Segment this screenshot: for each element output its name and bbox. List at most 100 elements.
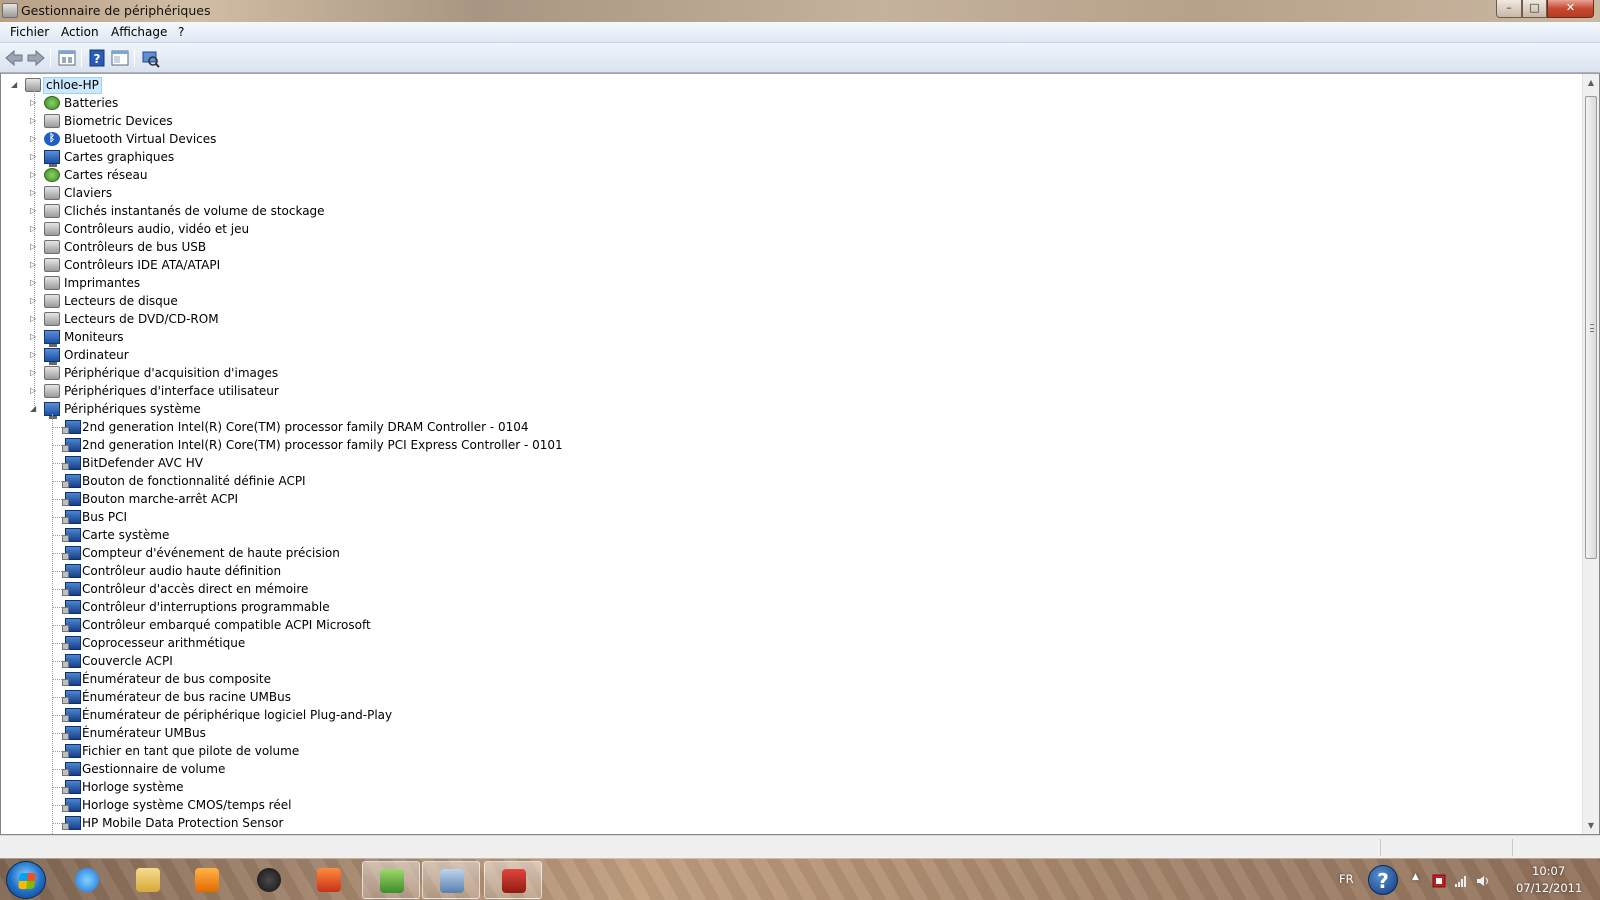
tree-device[interactable]: Gestionnaire de volume [1, 760, 901, 778]
tree-device[interactable]: Énumérateur de bus composite [1, 670, 901, 688]
taskbar-app-button[interactable] [362, 861, 420, 899]
expand-arrow-icon[interactable]: ▷ [30, 184, 40, 202]
expand-arrow-icon[interactable]: ▷ [30, 202, 40, 220]
tree-device[interactable]: Énumérateur UMBus [1, 724, 901, 742]
expand-arrow-icon[interactable]: ▷ [30, 346, 40, 364]
scan-hardware-icon[interactable] [140, 48, 160, 68]
tree-device[interactable]: 2nd generation Intel(R) Core(TM) process… [1, 436, 901, 454]
expand-arrow-icon[interactable]: ▷ [30, 130, 40, 148]
tree-device[interactable]: Bouton de fonctionnalité définie ACPI [1, 472, 901, 490]
system-device-icon [62, 744, 81, 758]
help-tray-icon[interactable]: ? [1368, 865, 1398, 895]
tree-category[interactable]: ▷ Périphérique d'acquisition d'images [1, 364, 901, 382]
menu-action[interactable]: Action [61, 25, 99, 39]
menu-fichier[interactable]: Fichier [10, 25, 49, 39]
tree-category[interactable]: ◢ Périphériques système [1, 400, 901, 419]
expand-arrow-icon[interactable]: ▷ [30, 328, 40, 346]
network-tray-icon[interactable] [1454, 874, 1468, 888]
volume-tray-icon[interactable] [1476, 874, 1490, 888]
tree-device[interactable]: 2nd generation Intel(R) Core(TM) process… [1, 418, 901, 436]
vertical-scrollbar[interactable]: ▲ ▼ [1582, 74, 1599, 834]
taskbar-app-button[interactable] [422, 861, 480, 899]
maximize-button[interactable]: □ [1522, 0, 1547, 18]
tree-device[interactable]: Contrôleur audio haute définition [1, 562, 901, 580]
tree-category[interactable]: ▷ Contrôleurs de bus USB [1, 238, 901, 256]
language-indicator[interactable]: FR [1339, 872, 1354, 886]
tree-device[interactable]: Contrôleur d'accès direct en mémoire [1, 580, 901, 598]
tree-category[interactable]: ▷ Cartes réseau [1, 166, 901, 184]
tree-category[interactable]: ▷ Lecteurs de disque [1, 292, 901, 310]
storage-icon [44, 204, 60, 218]
tree-device[interactable]: Bouton marche-arrêt ACPI [1, 490, 901, 508]
taskbar-app-button[interactable] [119, 861, 177, 899]
tree-device[interactable]: Énumérateur de bus racine UMBus [1, 688, 901, 706]
tree-device[interactable]: Contrôleur embarqué compatible ACPI Micr… [1, 616, 901, 634]
status-bar [0, 835, 1600, 858]
tree-device[interactable]: Couvercle ACPI [1, 652, 901, 670]
expand-arrow-icon[interactable]: ▷ [30, 292, 40, 310]
tree-category[interactable]: ▷ Claviers [1, 184, 901, 202]
taskbar-app-button[interactable] [240, 861, 298, 899]
tree-device[interactable]: Carte système [1, 526, 901, 544]
tree-category[interactable]: ▷ Imprimantes [1, 274, 901, 292]
tree-device[interactable]: Horloge système [1, 778, 901, 796]
menu-help[interactable]: ? [178, 25, 184, 39]
expand-arrow-icon[interactable]: ▷ [30, 220, 40, 238]
collapse-arrow-icon[interactable]: ◢ [11, 76, 21, 94]
expand-arrow-icon[interactable]: ▷ [30, 94, 40, 112]
tree-category[interactable]: ▷ Contrôleurs IDE ATA/ATAPI [1, 256, 901, 274]
tree-category[interactable]: ▷ Batteries [1, 94, 901, 112]
security-tray-icon[interactable] [1432, 874, 1446, 888]
device-tree[interactable]: ◢ chloe-HP ▷ Batteries ▷ Biometric Devic… [0, 73, 1600, 835]
expand-arrow-icon[interactable]: ▷ [30, 364, 40, 382]
tree-device[interactable]: Fichier en tant que pilote de volume [1, 742, 901, 760]
scroll-thumb[interactable] [1585, 96, 1597, 559]
tree-device[interactable]: HP Mobile Data Protection Sensor [1, 814, 901, 832]
tree-category[interactable]: ▷ Contrôleurs audio, vidéo et jeu [1, 220, 901, 238]
expand-arrow-icon[interactable]: ▷ [30, 148, 40, 166]
minimize-button[interactable]: – [1496, 0, 1522, 18]
forward-icon[interactable] [26, 48, 46, 68]
taskbar-app-button[interactable] [178, 861, 236, 899]
tree-category[interactable]: ▷ Cartes graphiques [1, 148, 901, 167]
tree-category[interactable]: ▷ Moniteurs [1, 328, 901, 347]
show-hidden-icons-icon[interactable]: ▲ [1412, 872, 1419, 882]
expand-arrow-icon[interactable]: ▷ [30, 382, 40, 400]
tree-category[interactable]: ▷ Périphériques d'interface utilisateur [1, 382, 901, 400]
tree-device[interactable]: Énumérateur de périphérique logiciel Plu… [1, 706, 901, 724]
tree-device[interactable]: BitDefender AVC HV [1, 454, 901, 472]
collapse-arrow-icon[interactable]: ◢ [30, 400, 40, 418]
expand-arrow-icon[interactable]: ▷ [30, 112, 40, 130]
taskbar-app-button[interactable] [484, 861, 542, 899]
clock-time[interactable]: 10:07 [1532, 864, 1565, 878]
back-icon[interactable] [4, 48, 24, 68]
taskbar-app-button[interactable] [300, 861, 358, 899]
start-button[interactable] [6, 861, 46, 899]
close-button[interactable]: ✕ [1547, 0, 1594, 18]
tree-category[interactable]: ▷ Ordinateur [1, 346, 901, 365]
tree-device[interactable]: Bus PCI [1, 508, 901, 526]
tree-root[interactable]: ◢ chloe-HP [1, 76, 601, 94]
tree-category[interactable]: ▷ ᛒ Bluetooth Virtual Devices [1, 130, 901, 148]
clock-date[interactable]: 07/12/2011 [1516, 881, 1582, 895]
scroll-down-arrow-icon[interactable]: ▼ [1583, 817, 1599, 834]
expand-arrow-icon[interactable]: ▷ [30, 310, 40, 328]
tree-device[interactable]: Contrôleur d'interruptions programmable [1, 598, 901, 616]
help-icon[interactable]: ? [87, 48, 107, 68]
expand-arrow-icon[interactable]: ▷ [30, 238, 40, 256]
tree-category[interactable]: ▷ Clichés instantanés de volume de stock… [1, 202, 901, 220]
tree-category[interactable]: ▷ Biometric Devices [1, 112, 901, 130]
tree-device[interactable]: Compteur d'événement de haute précision [1, 544, 901, 562]
expand-arrow-icon[interactable]: ▷ [30, 274, 40, 292]
tree-category[interactable]: ▷ Lecteurs de DVD/CD-ROM [1, 310, 901, 328]
scroll-up-arrow-icon[interactable]: ▲ [1583, 74, 1599, 91]
taskbar-app-button[interactable] [58, 861, 116, 899]
tree-device[interactable]: Horloge système CMOS/temps réel [1, 796, 901, 814]
ide-icon [44, 258, 60, 272]
menu-affichage[interactable]: Affichage [111, 25, 167, 39]
properties-icon[interactable] [57, 48, 77, 68]
expand-arrow-icon[interactable]: ▷ [30, 256, 40, 274]
expand-arrow-icon[interactable]: ▷ [30, 166, 40, 184]
panel-icon[interactable] [110, 48, 130, 68]
tree-device[interactable]: Coprocesseur arithmétique [1, 634, 901, 652]
